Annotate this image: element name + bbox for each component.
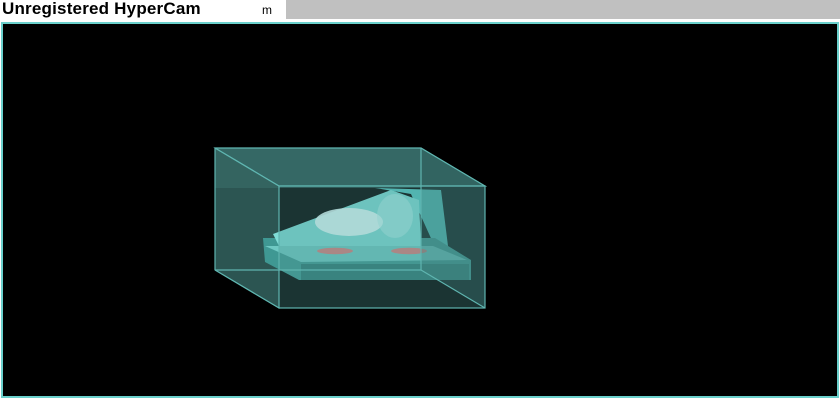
model-scene <box>213 147 488 309</box>
watermark-text: Unregistered HyperCam <box>2 0 201 18</box>
screen: Unregistered HyperCam m <box>0 0 840 400</box>
3d-viewport[interactable] <box>1 22 839 398</box>
watermark-suffix: m <box>262 3 272 17</box>
watermark-box: Unregistered HyperCam m <box>0 0 286 19</box>
title-bar: Unregistered HyperCam m <box>0 0 840 19</box>
